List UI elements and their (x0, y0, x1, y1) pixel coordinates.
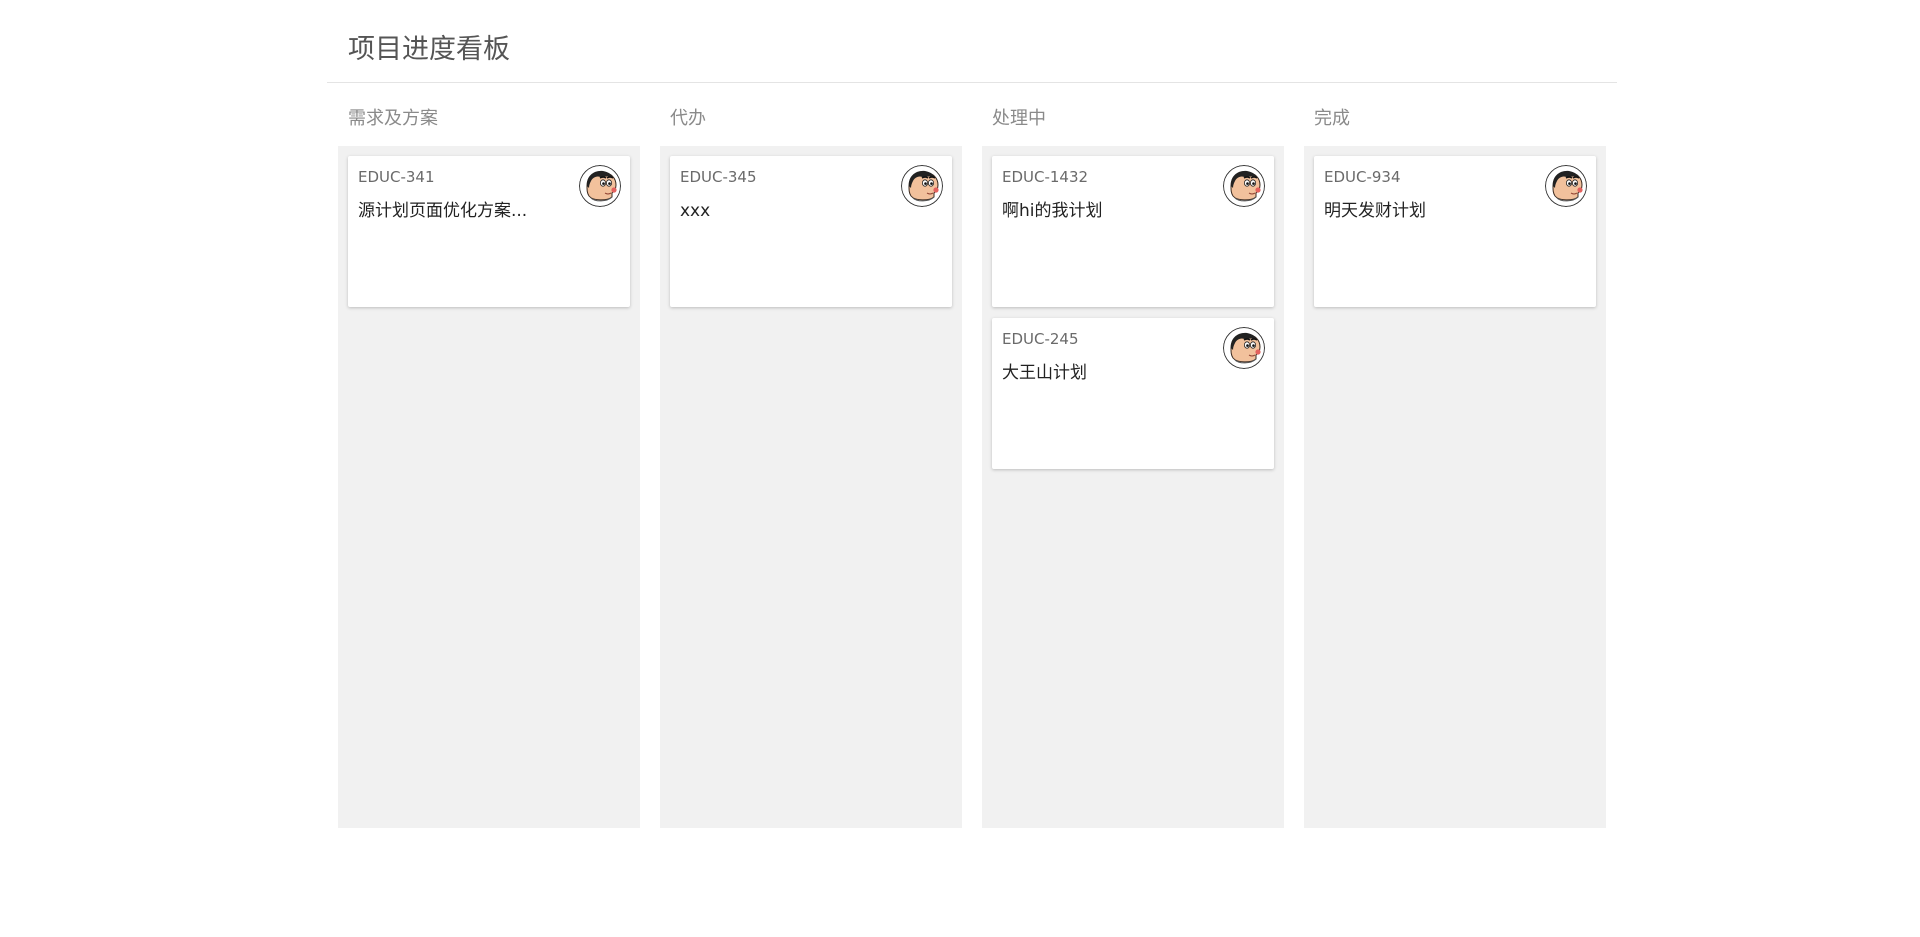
task-card[interactable]: EDUC-1432 啊hi的我计划 (992, 156, 1274, 307)
avatar-icon (1223, 327, 1265, 369)
card-title: 源计划页面优化方案... (358, 201, 528, 221)
avatar-icon (1545, 165, 1587, 207)
card-title: 大王山计划 (1002, 363, 1087, 383)
columns-container: 需求及方案 EDUC-341 源计划页面优化方案... 代办 EDUC-345 … (327, 83, 1617, 843)
card-id: EDUC-934 (1324, 168, 1401, 186)
kanban-board: 项目进度看板 需求及方案 EDUC-341 源计划页面优化方案... 代办 ED… (327, 0, 1617, 843)
column-body: EDUC-345 xxx (660, 146, 962, 828)
card-id: EDUC-245 (1002, 330, 1079, 348)
column-title: 代办 (670, 108, 706, 129)
task-card[interactable]: EDUC-345 xxx (670, 156, 952, 307)
column-title: 完成 (1314, 108, 1350, 129)
task-card[interactable]: EDUC-934 明天发财计划 (1314, 156, 1596, 307)
card-id: EDUC-345 (680, 168, 757, 186)
page-header: 项目进度看板 (327, 0, 1617, 83)
task-card[interactable]: EDUC-245 大王山计划 (992, 318, 1274, 469)
avatar-icon (901, 165, 943, 207)
card-title: 啊hi的我计划 (1002, 201, 1103, 221)
page-title: 项目进度看板 (348, 34, 510, 65)
column-body: EDUC-341 源计划页面优化方案... (338, 146, 640, 828)
column-body: EDUC-1432 啊hi的我计划 EDUC-245 大王山计划 (982, 146, 1284, 828)
card-title: 明天发财计划 (1324, 201, 1426, 221)
card-id: EDUC-341 (358, 168, 435, 186)
column-title: 处理中 (992, 108, 1046, 129)
column-title: 需求及方案 (348, 108, 438, 129)
avatar-icon (579, 165, 621, 207)
column-body: EDUC-934 明天发财计划 (1304, 146, 1606, 828)
task-card[interactable]: EDUC-341 源计划页面优化方案... (348, 156, 630, 307)
card-title: xxx (680, 201, 711, 221)
avatar-icon (1223, 165, 1265, 207)
card-id: EDUC-1432 (1002, 168, 1089, 186)
